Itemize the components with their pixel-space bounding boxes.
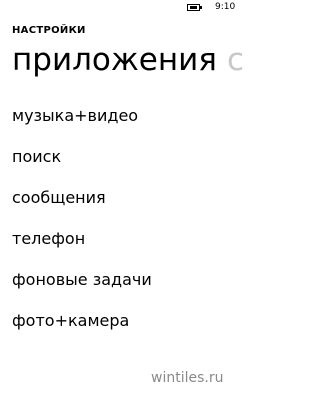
list-item-messaging[interactable]: сообщения — [12, 186, 232, 227]
list-item-music-video[interactable]: музыка+видео — [12, 104, 232, 145]
list-item-photos-camera[interactable]: фото+камера — [12, 309, 232, 350]
charging-plug-icon — [190, 6, 197, 9]
battery-charging-icon — [187, 4, 202, 11]
app-title: НАСТРОЙКИ — [12, 25, 86, 36]
list-item-phone[interactable]: телефон — [12, 227, 232, 268]
status-bar: 9:10 — [0, 0, 240, 20]
pivot-item-applications[interactable]: приложения — [12, 42, 217, 78]
watermark: wintiles.ru — [151, 370, 224, 386]
pivot-item-next[interactable]: с — [227, 42, 244, 78]
list-item-background-tasks[interactable]: фоновые задачи — [12, 268, 232, 309]
pivot-header: приложения с — [12, 40, 244, 80]
list-item-search[interactable]: поиск — [12, 145, 232, 186]
status-time: 9:10 — [215, 2, 236, 12]
settings-list: музыка+видео поиск сообщения телефон фон… — [12, 104, 232, 350]
